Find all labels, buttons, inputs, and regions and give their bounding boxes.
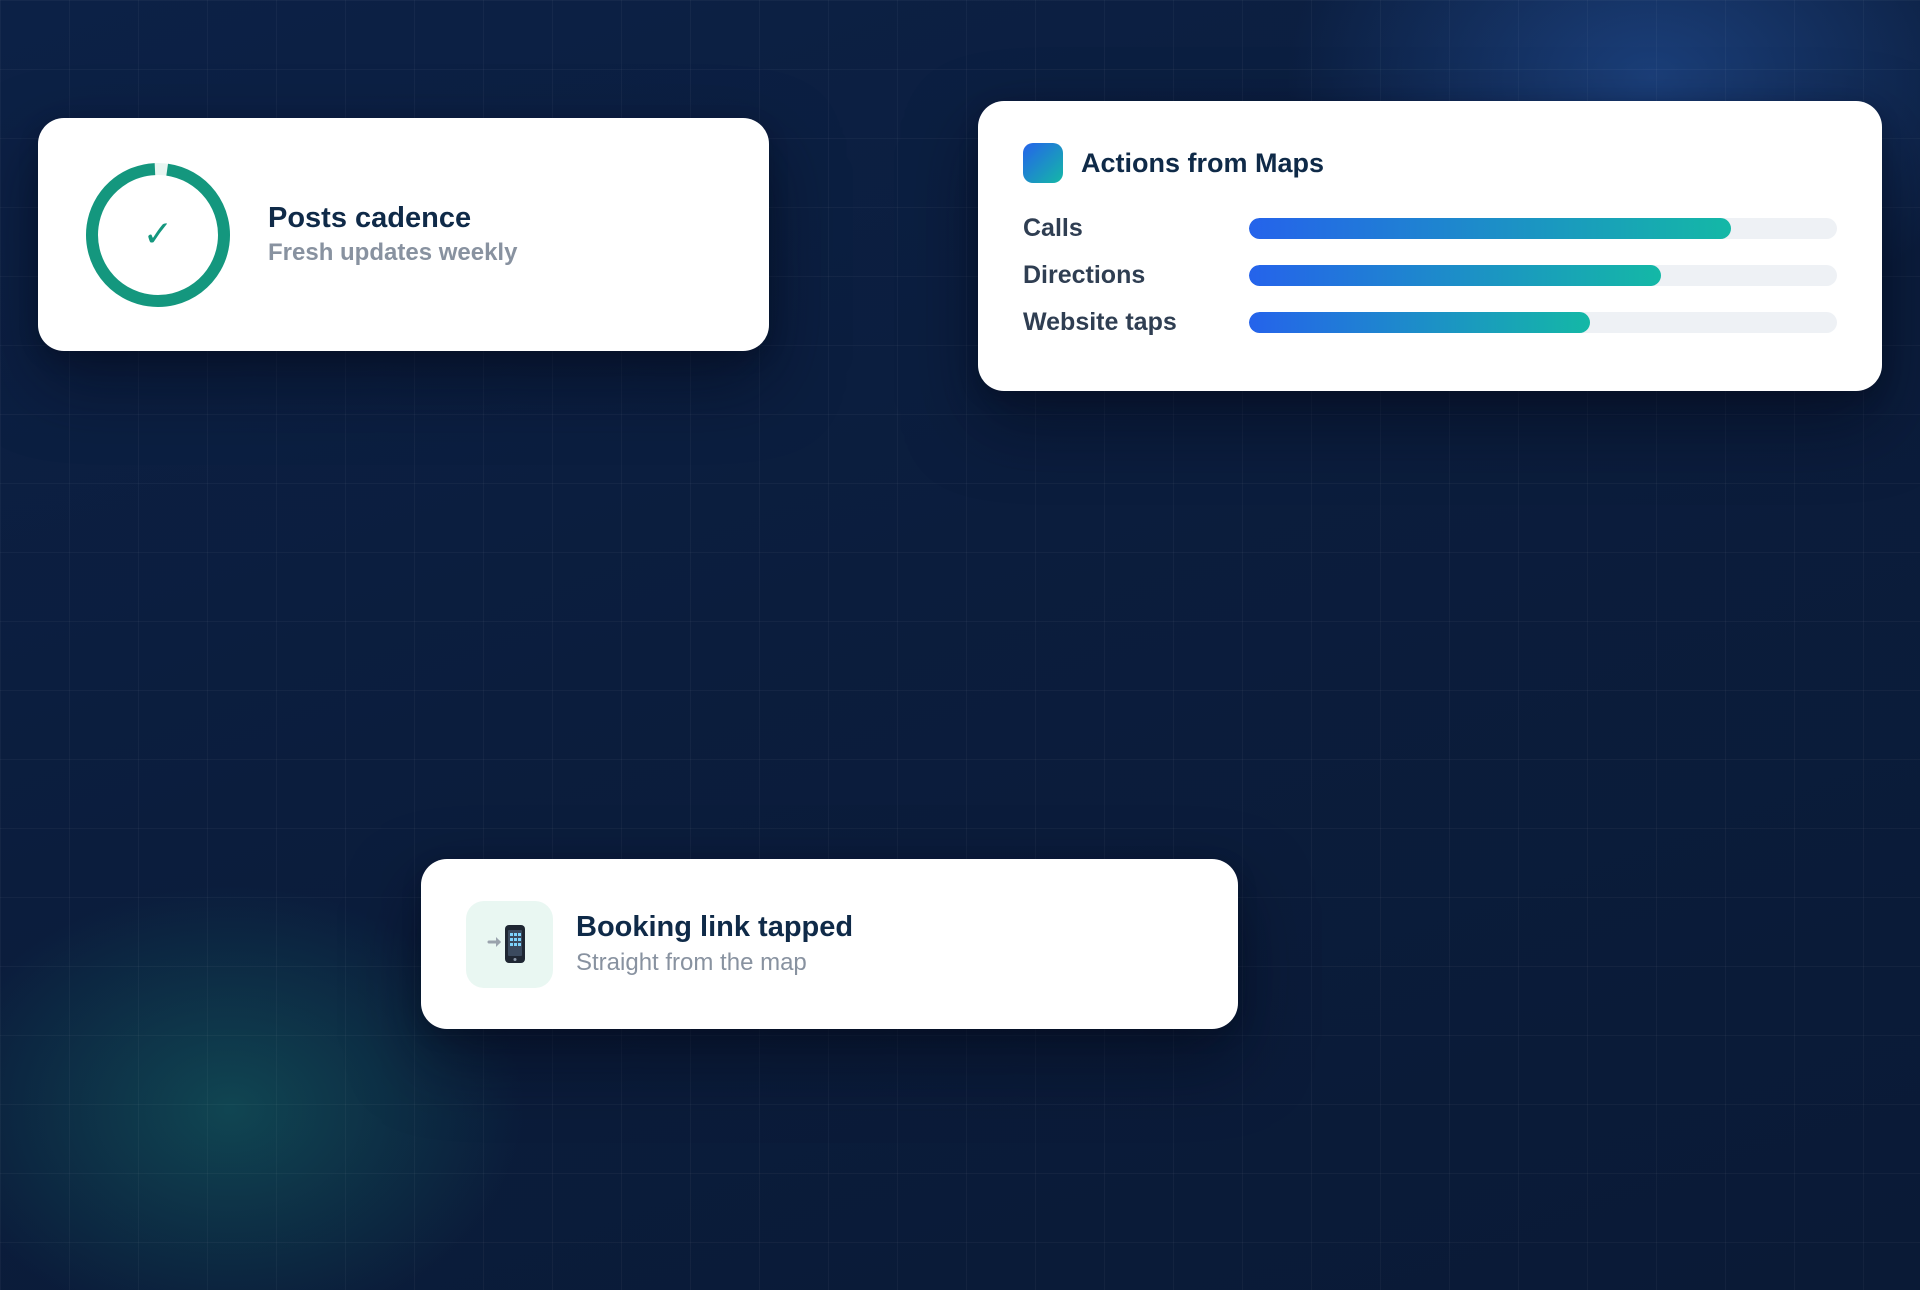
metric-label: Directions (1023, 261, 1146, 289)
app-icon (1023, 143, 1063, 183)
metric-row-calls: Calls (1023, 205, 1837, 252)
metric-bar-fill (1249, 312, 1591, 333)
metric-row-website-taps: Website taps (1023, 299, 1837, 346)
cadence-progress-ring: ✓ (82, 159, 234, 311)
booking-subtitle: Straight from the map (576, 948, 807, 976)
metric-bar-track (1249, 312, 1837, 333)
actions-from-maps-card: Actions from Maps Calls Directions Websi… (978, 101, 1882, 391)
cadence-subtitle: Fresh updates weekly (268, 239, 518, 267)
metric-label: Calls (1023, 214, 1083, 242)
metric-bar-fill (1249, 265, 1661, 286)
metric-row-directions: Directions (1023, 252, 1837, 299)
booking-title: Booking link tapped (576, 911, 854, 944)
cadence-title: Posts cadence (268, 201, 472, 234)
posts-cadence-card: ✓ Posts cadence Fresh updates weekly (38, 118, 769, 351)
metric-bar-track (1249, 218, 1837, 239)
metric-bar-fill (1249, 218, 1732, 239)
actions-title: Actions from Maps (1081, 147, 1325, 178)
mobile-arrow-icon (466, 900, 553, 988)
metric-bar-track (1249, 265, 1837, 286)
metric-label: Website taps (1023, 308, 1177, 336)
check-icon: ✓ (142, 214, 174, 255)
booking-card: Booking link tapped Straight from the ma… (421, 859, 1238, 1029)
